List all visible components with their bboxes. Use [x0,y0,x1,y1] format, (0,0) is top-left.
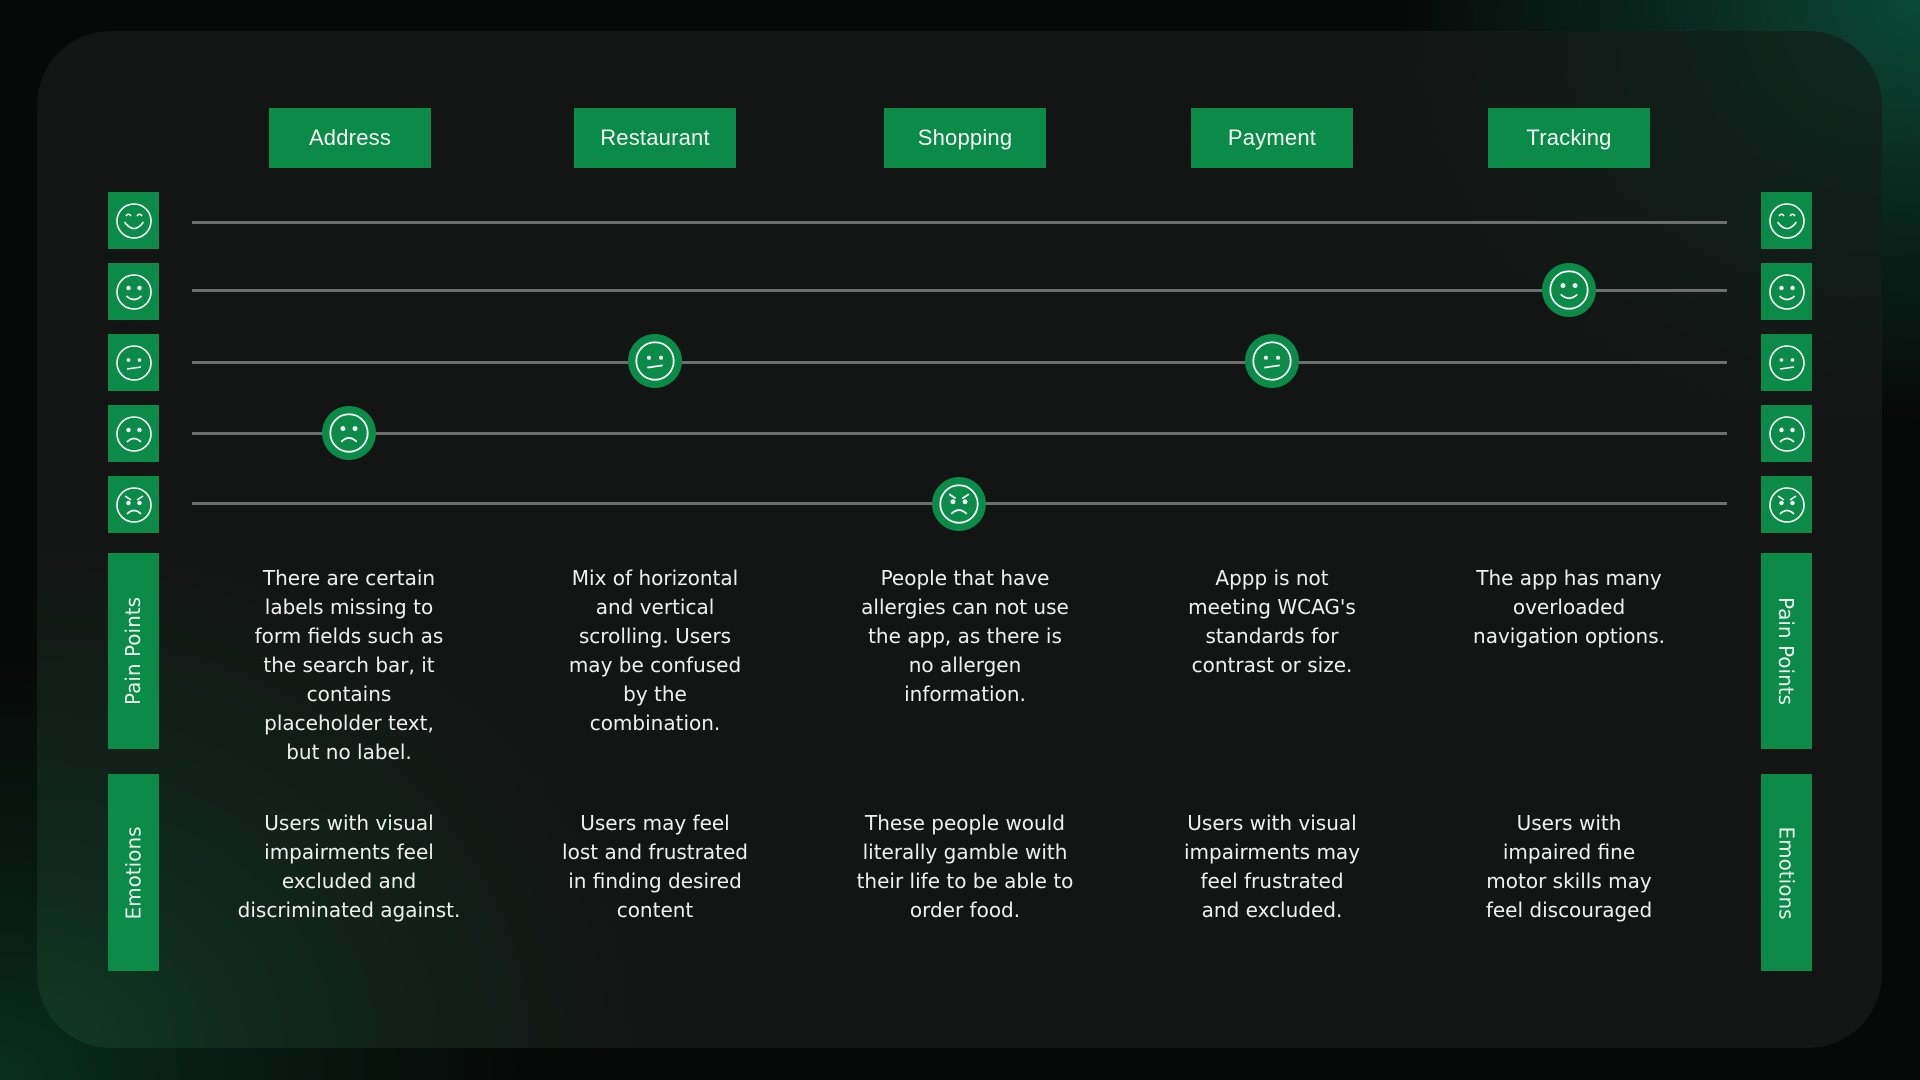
level-happy-left [108,263,159,320]
pain-point-tracking: The app has many overloaded navigation o… [1473,566,1665,648]
pain-points-label-text: Pain Points [1774,596,1799,706]
track-line-neutral [192,361,1727,364]
emotion-restaurant: Users may feel lost and frustrated in fi… [562,811,748,922]
very-happy-face-icon [1767,201,1807,241]
angry-face-icon [114,485,154,525]
neutral-face-icon [1250,339,1294,383]
sad-face-icon [327,411,371,455]
sad-face-icon [114,414,154,454]
level-happy-right [1761,263,1812,320]
level-very-happy-right [1761,192,1812,249]
sad-face-icon [1767,414,1807,454]
marker-address[interactable] [322,406,376,460]
very-happy-face-icon [114,201,154,241]
emotions-label-text: Emotions [1774,825,1799,920]
neutral-face-icon [114,343,154,383]
happy-face-icon [114,272,154,312]
marker-tracking[interactable] [1542,263,1596,317]
neutral-face-icon [1767,343,1807,383]
happy-face-icon [1547,268,1591,312]
pain-point-shopping: People that have allergies can not use t… [861,566,1069,706]
emotion-payment: Users with visual impairments may feel f… [1183,811,1361,922]
angry-face-icon [937,482,981,526]
level-neutral-right [1761,334,1812,391]
stage-tracking-button[interactable]: Tracking [1488,108,1650,168]
pain-point-payment: Appp is not meeting WCAG's standards for… [1188,566,1356,677]
track-line-happy [192,289,1727,292]
pain-points-label-right: Pain Points [1761,553,1812,749]
pain-points-label-text: Pain Points [121,596,146,706]
level-neutral-left [108,334,159,391]
happy-face-icon [1767,272,1807,312]
level-sad-left [108,405,159,462]
track-line-sad [192,432,1727,435]
pain-points-label-left: Pain Points [108,553,159,749]
level-very-happy-left [108,192,159,249]
level-angry-left [108,476,159,533]
stage-restaurant-button[interactable]: Restaurant [574,108,736,168]
pain-point-restaurant: Mix of horizontal and vertical scrolling… [568,566,742,735]
level-angry-right [1761,476,1812,533]
emotions-label-text: Emotions [121,825,146,920]
pain-point-address: There are certain labels missing to form… [254,566,444,764]
marker-restaurant[interactable] [628,334,682,388]
marker-payment[interactable] [1245,334,1299,388]
emotions-label-left: Emotions [108,774,159,971]
track-line-very-happy [192,221,1727,224]
emotion-address: Users with visual impairments feel exclu… [237,811,461,922]
marker-shopping[interactable] [932,477,986,531]
stage-payment-button[interactable]: Payment [1191,108,1353,168]
emotion-shopping: These people would literally gamble with… [856,811,1074,922]
angry-face-icon [1767,485,1807,525]
stage-address-button[interactable]: Address [269,108,431,168]
stage-shopping-button[interactable]: Shopping [884,108,1046,168]
emotions-label-right: Emotions [1761,774,1812,971]
neutral-face-icon [633,339,677,383]
level-sad-right [1761,405,1812,462]
emotion-tracking: Users with impaired fine motor skills ma… [1485,811,1653,922]
